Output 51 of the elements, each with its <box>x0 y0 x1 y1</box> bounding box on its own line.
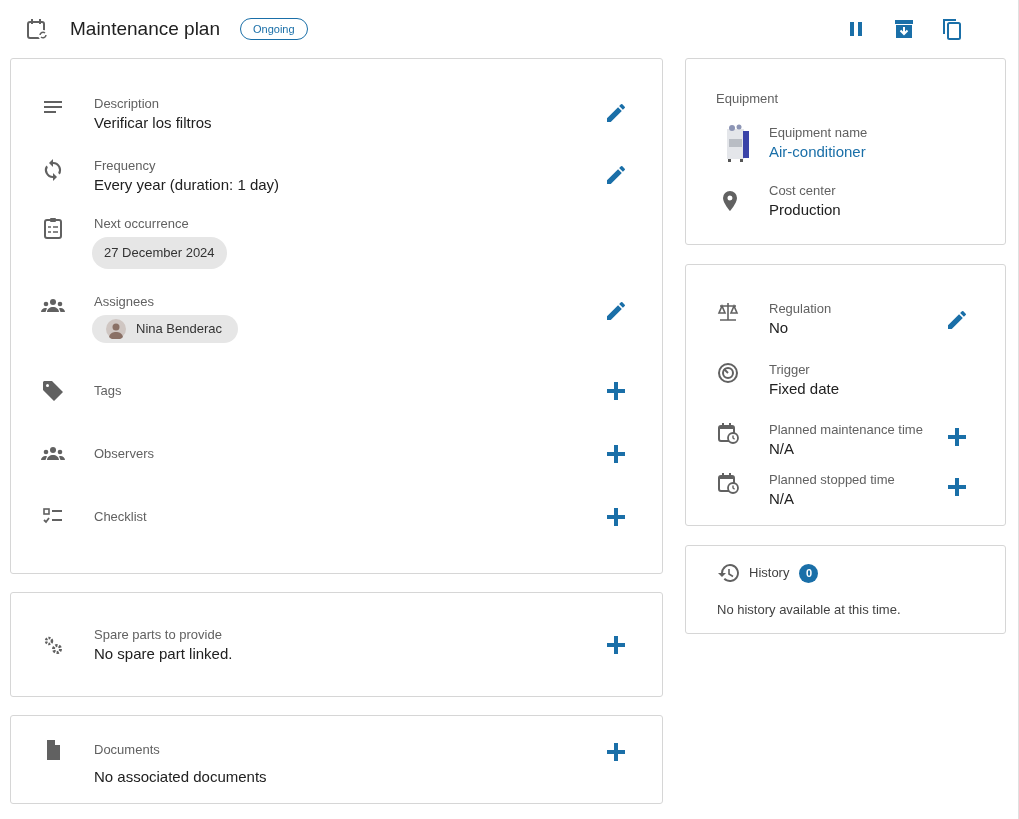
edit-icon <box>945 308 969 332</box>
field-value: No associated documents <box>94 767 268 787</box>
assignee-name: Nina Benderac <box>136 320 222 339</box>
field-label: Trigger <box>769 361 811 379</box>
field-label: Checklist <box>94 507 148 526</box>
date-chip: 27 December 2024 <box>92 237 227 269</box>
field-value: Production <box>769 200 841 220</box>
avatar-icon <box>106 319 126 339</box>
count-badge: 0 <box>799 563 819 583</box>
field-label: Observers <box>94 444 155 463</box>
field-value: Verificar los filtros <box>94 113 213 133</box>
target-icon <box>716 361 740 385</box>
tag-icon <box>41 378 65 403</box>
field-label: Regulation <box>769 300 833 318</box>
field-value: Fixed date <box>769 379 841 399</box>
equipment-link[interactable]: Air-conditioner <box>769 142 868 162</box>
field-label: Cost center <box>769 182 837 200</box>
field-label: Planned maintenance time <box>769 421 924 439</box>
add-icon <box>945 425 969 449</box>
field-value: N/A <box>769 439 795 459</box>
archive-icon <box>892 17 916 41</box>
edit-icon <box>604 299 628 323</box>
add-icon <box>604 740 628 764</box>
add-icon <box>945 475 969 499</box>
field-value: No spare part linked. <box>94 643 234 664</box>
field-label: Tags <box>94 381 123 400</box>
copy-icon <box>940 17 964 41</box>
clipboard-icon <box>41 216 65 240</box>
field-value: No <box>769 318 790 338</box>
edit-icon <box>604 101 628 125</box>
section-title: Equipment <box>716 91 779 106</box>
empty-message: No history available at this time. <box>717 601 902 619</box>
page-title: Maintenance plan <box>70 16 220 41</box>
field-label: Next occurrence <box>94 215 190 233</box>
field-label: Assignees <box>94 293 155 311</box>
edit-icon <box>604 163 628 187</box>
scale-icon <box>716 300 740 324</box>
field-label: Equipment name <box>769 124 868 142</box>
field-label: Planned stopped time <box>769 471 896 489</box>
field-value: N/A <box>769 489 795 509</box>
calendar-icon <box>25 17 49 41</box>
field-label: Frequency <box>94 157 157 175</box>
history-icon <box>717 561 741 585</box>
assignee-chip[interactable]: Nina Benderac <box>92 315 238 343</box>
field-label: Description <box>94 95 161 113</box>
field-label: Documents <box>94 741 161 759</box>
calendar-clock-icon <box>716 471 740 495</box>
calendar-clock-icon <box>716 421 740 445</box>
history-title: History <box>749 564 790 583</box>
field-value: Every year (duration: 1 day) <box>94 175 281 195</box>
field-label: Spare parts to provide <box>94 625 223 644</box>
